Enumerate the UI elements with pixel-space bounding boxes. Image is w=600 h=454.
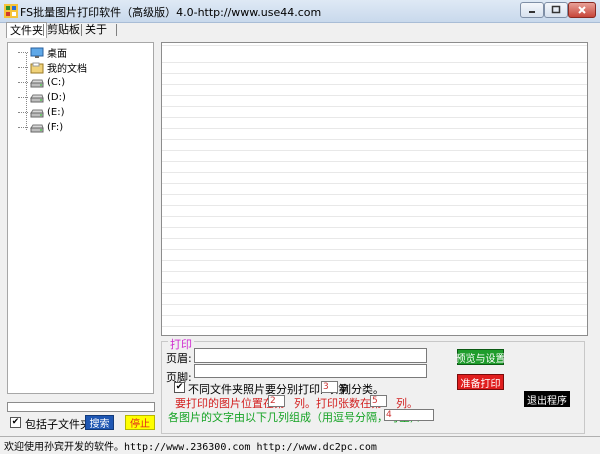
tab-about[interactable]: 关于 (82, 22, 110, 37)
tree-item-label: 我的文档 (47, 64, 87, 75)
tree-item-label: 桌面 (47, 49, 67, 60)
tree-item-drive-f[interactable]: (F:) (18, 120, 63, 135)
drive-icon (30, 94, 44, 102)
minimize-button[interactable] (520, 2, 544, 18)
prepare-print-button[interactable]: 准备打印 (457, 374, 504, 390)
desktop-icon (30, 47, 44, 58)
tree-scrollbar[interactable] (7, 402, 155, 412)
print-count-input[interactable] (370, 395, 387, 407)
title-bar[interactable]: FS批量图片打印软件（高级版）4.0-http://www.use44.com (0, 0, 600, 23)
tree-item-drive-d[interactable]: (D:) (18, 90, 66, 105)
tree-item-desktop[interactable]: 桌面 (18, 45, 67, 60)
include-subfolders-checkbox[interactable]: ✔ (10, 417, 21, 428)
tree-item-drive-c[interactable]: (C:) (18, 75, 65, 90)
image-position-input[interactable] (268, 395, 285, 407)
image-preview-area[interactable] (161, 42, 588, 336)
stop-button[interactable]: 停止 (125, 415, 155, 430)
maximize-button[interactable] (544, 2, 568, 18)
window-title: FS批量图片打印软件（高级版）4.0-http://www.use44.com (20, 6, 322, 19)
tree-item-label: (E:) (47, 107, 65, 118)
footer-input[interactable] (194, 364, 427, 378)
header-input[interactable] (194, 348, 427, 363)
tree-item-documents[interactable]: 我的文档 (18, 60, 87, 75)
documents-icon (30, 62, 44, 73)
close-icon (578, 6, 586, 14)
include-subfolders-label: 包括子文件夹 (25, 418, 91, 431)
drive-icon (30, 124, 44, 132)
tab-bar: 文件夹 剪贴板 关于 (0, 22, 600, 38)
preview-settings-button[interactable]: 预览与设置 (456, 349, 506, 365)
tree-item-label: (F:) (47, 122, 64, 133)
header-label: 页眉: (166, 352, 192, 365)
folder-tree[interactable]: 桌面 我的文档 (C:) (D:) (E:) (F:) (7, 42, 154, 394)
close-button[interactable] (568, 2, 596, 18)
maximize-icon (551, 5, 561, 14)
tab-divider (116, 24, 117, 36)
app-icon (4, 4, 18, 18)
separate-column-input[interactable] (321, 381, 338, 393)
caption-columns-input[interactable] (384, 409, 434, 421)
search-button[interactable]: 搜索 (85, 415, 114, 430)
tree-item-label: (D:) (47, 92, 66, 103)
exit-button[interactable]: 退出程序 (524, 391, 570, 407)
minimize-icon (529, 11, 535, 13)
drive-icon (30, 79, 44, 87)
tab-folder[interactable]: 文件夹 (6, 22, 47, 38)
separate-folders-checkbox[interactable]: ✔ (174, 382, 185, 393)
tree-item-drive-e[interactable]: (E:) (18, 105, 65, 120)
tab-clipboard[interactable]: 剪贴板 (44, 22, 83, 37)
drive-icon (30, 109, 44, 117)
status-text: 欢迎使用孙宾开发的软件。http://www.236300.com http:/… (4, 442, 377, 453)
tree-item-label: (C:) (47, 77, 66, 88)
